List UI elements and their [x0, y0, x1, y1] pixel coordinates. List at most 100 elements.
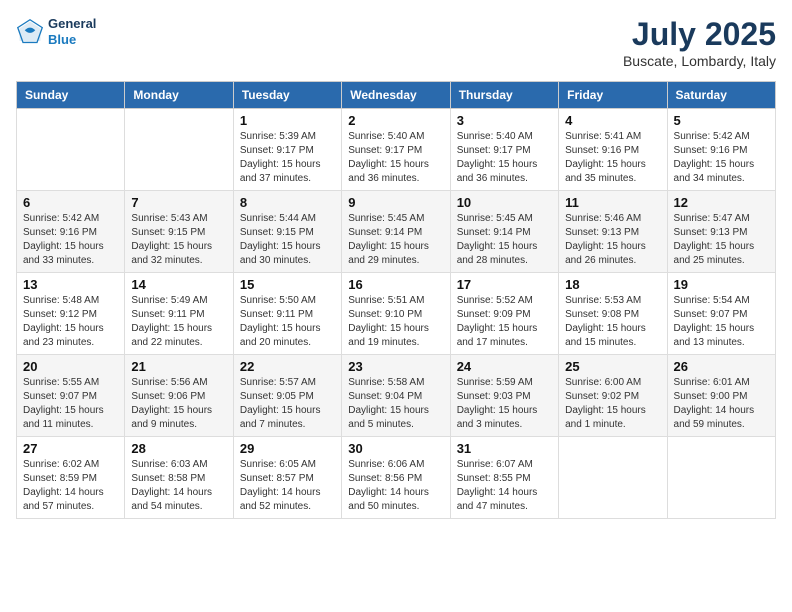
logo-general-text: General — [48, 16, 96, 32]
day-detail: Sunrise: 6:01 AM Sunset: 9:00 PM Dayligh… — [674, 376, 769, 432]
day-number: 3 — [457, 113, 552, 128]
day-number: 2 — [348, 113, 443, 128]
day-detail: Sunrise: 5:56 AM Sunset: 9:06 PM Dayligh… — [131, 376, 226, 432]
calendar-cell: 2 Sunrise: 5:40 AM Sunset: 9:17 PM Daylig… — [342, 109, 450, 191]
calendar-cell: 15Sunrise: 5:50 AM Sunset: 9:11 PM Dayli… — [233, 273, 341, 355]
calendar-cell — [17, 109, 125, 191]
day-number: 18 — [565, 277, 660, 292]
calendar-cell: 14Sunrise: 5:49 AM Sunset: 9:11 PM Dayli… — [125, 273, 233, 355]
day-detail: Sunrise: 5:57 AM Sunset: 9:05 PM Dayligh… — [240, 376, 335, 432]
day-number: 25 — [565, 359, 660, 374]
calendar-cell — [125, 109, 233, 191]
day-number: 10 — [457, 195, 552, 210]
title-block: July 2025 Buscate, Lombardy, Italy — [623, 16, 776, 69]
day-detail: Sunrise: 5:42 AM Sunset: 9:16 PM Dayligh… — [23, 212, 118, 268]
logo: General Blue — [16, 16, 96, 47]
calendar-table: SundayMondayTuesdayWednesdayThursdayFrid… — [16, 81, 776, 519]
day-detail: Sunrise: 5:48 AM Sunset: 9:12 PM Dayligh… — [23, 294, 118, 350]
calendar-cell: 23 Sunrise: 5:58 AM Sunset: 9:04 PM Dayli… — [342, 355, 450, 437]
logo-blue-text: Blue — [48, 32, 96, 48]
calendar-cell: 13Sunrise: 5:48 AM Sunset: 9:12 PM Dayli… — [17, 273, 125, 355]
day-number: 22 — [240, 359, 335, 374]
location: Buscate, Lombardy, Italy — [623, 53, 776, 69]
calendar-cell: 7 Sunrise: 5:43 AM Sunset: 9:15 PM Daylig… — [125, 191, 233, 273]
day-number: 4 — [565, 113, 660, 128]
day-detail: Sunrise: 5:59 AM Sunset: 9:03 PM Dayligh… — [457, 376, 552, 432]
day-detail: Sunrise: 5:51 AM Sunset: 9:10 PM Dayligh… — [348, 294, 443, 350]
day-number: 15 — [240, 277, 335, 292]
day-detail: Sunrise: 5:42 AM Sunset: 9:16 PM Dayligh… — [674, 130, 769, 186]
day-detail: Sunrise: 5:54 AM Sunset: 9:07 PM Dayligh… — [674, 294, 769, 350]
month-title: July 2025 — [623, 16, 776, 53]
day-number: 9 — [348, 195, 443, 210]
calendar-cell: 29Sunrise: 6:05 AM Sunset: 8:57 PM Dayli… — [233, 437, 341, 519]
calendar-cell: 12 Sunrise: 5:47 AM Sunset: 9:13 PM Dayli… — [667, 191, 775, 273]
day-detail: Sunrise: 5:39 AM Sunset: 9:17 PM Dayligh… — [240, 130, 335, 186]
calendar-cell: 9 Sunrise: 5:45 AM Sunset: 9:14 PM Daylig… — [342, 191, 450, 273]
calendar-cell: 30 Sunrise: 6:06 AM Sunset: 8:56 PM Dayli… — [342, 437, 450, 519]
day-detail: Sunrise: 5:55 AM Sunset: 9:07 PM Dayligh… — [23, 376, 118, 432]
calendar-cell: 6Sunrise: 5:42 AM Sunset: 9:16 PM Daylig… — [17, 191, 125, 273]
calendar-cell: 25 Sunrise: 6:00 AM Sunset: 9:02 PM Dayli… — [559, 355, 667, 437]
weekday-header-monday: Monday — [125, 82, 233, 109]
day-number: 23 — [348, 359, 443, 374]
calendar-cell: 28Sunrise: 6:03 AM Sunset: 8:58 PM Dayli… — [125, 437, 233, 519]
day-detail: Sunrise: 6:00 AM Sunset: 9:02 PM Dayligh… — [565, 376, 660, 432]
calendar-cell: 11Sunrise: 5:46 AM Sunset: 9:13 PM Dayli… — [559, 191, 667, 273]
day-detail: Sunrise: 5:43 AM Sunset: 9:15 PM Dayligh… — [131, 212, 226, 268]
calendar-cell: 22 Sunrise: 5:57 AM Sunset: 9:05 PM Dayli… — [233, 355, 341, 437]
calendar-cell: 26Sunrise: 6:01 AM Sunset: 9:00 PM Dayli… — [667, 355, 775, 437]
day-number: 7 — [131, 195, 226, 210]
day-detail: Sunrise: 6:05 AM Sunset: 8:57 PM Dayligh… — [240, 458, 335, 514]
calendar-cell: 31 Sunrise: 6:07 AM Sunset: 8:55 PM Dayli… — [450, 437, 558, 519]
day-number: 28 — [131, 441, 226, 456]
weekday-header-wednesday: Wednesday — [342, 82, 450, 109]
calendar-cell: 10 Sunrise: 5:45 AM Sunset: 9:14 PM Dayli… — [450, 191, 558, 273]
day-detail: Sunrise: 5:41 AM Sunset: 9:16 PM Dayligh… — [565, 130, 660, 186]
weekday-header-saturday: Saturday — [667, 82, 775, 109]
calendar-cell: 20 Sunrise: 5:55 AM Sunset: 9:07 PM Dayli… — [17, 355, 125, 437]
day-detail: Sunrise: 5:40 AM Sunset: 9:17 PM Dayligh… — [457, 130, 552, 186]
day-number: 30 — [348, 441, 443, 456]
day-number: 31 — [457, 441, 552, 456]
day-number: 19 — [674, 277, 769, 292]
weekday-header-sunday: Sunday — [17, 82, 125, 109]
calendar-cell: 27Sunrise: 6:02 AM Sunset: 8:59 PM Dayli… — [17, 437, 125, 519]
calendar-cell: 18 Sunrise: 5:53 AM Sunset: 9:08 PM Dayli… — [559, 273, 667, 355]
day-number: 12 — [674, 195, 769, 210]
week-row-5: 27Sunrise: 6:02 AM Sunset: 8:59 PM Dayli… — [17, 437, 776, 519]
day-number: 20 — [23, 359, 118, 374]
day-detail: Sunrise: 5:47 AM Sunset: 9:13 PM Dayligh… — [674, 212, 769, 268]
day-number: 27 — [23, 441, 118, 456]
weekday-header-friday: Friday — [559, 82, 667, 109]
day-detail: Sunrise: 5:40 AM Sunset: 9:17 PM Dayligh… — [348, 130, 443, 186]
day-detail: Sunrise: 5:45 AM Sunset: 9:14 PM Dayligh… — [348, 212, 443, 268]
weekday-header-thursday: Thursday — [450, 82, 558, 109]
weekday-header-tuesday: Tuesday — [233, 82, 341, 109]
day-number: 11 — [565, 195, 660, 210]
page-header: General Blue July 2025 Buscate, Lombardy… — [16, 16, 776, 69]
day-number: 17 — [457, 277, 552, 292]
calendar-cell: 5 Sunrise: 5:42 AM Sunset: 9:16 PM Daylig… — [667, 109, 775, 191]
day-number: 5 — [674, 113, 769, 128]
day-number: 24 — [457, 359, 552, 374]
calendar-cell: 16 Sunrise: 5:51 AM Sunset: 9:10 PM Dayli… — [342, 273, 450, 355]
logo-text: General Blue — [48, 16, 96, 47]
day-detail: Sunrise: 5:45 AM Sunset: 9:14 PM Dayligh… — [457, 212, 552, 268]
day-number: 8 — [240, 195, 335, 210]
calendar-cell: 3 Sunrise: 5:40 AM Sunset: 9:17 PM Daylig… — [450, 109, 558, 191]
week-row-4: 20 Sunrise: 5:55 AM Sunset: 9:07 PM Dayli… — [17, 355, 776, 437]
day-detail: Sunrise: 5:58 AM Sunset: 9:04 PM Dayligh… — [348, 376, 443, 432]
calendar-cell: 21Sunrise: 5:56 AM Sunset: 9:06 PM Dayli… — [125, 355, 233, 437]
day-number: 16 — [348, 277, 443, 292]
day-detail: Sunrise: 6:06 AM Sunset: 8:56 PM Dayligh… — [348, 458, 443, 514]
day-detail: Sunrise: 6:07 AM Sunset: 8:55 PM Dayligh… — [457, 458, 552, 514]
day-detail: Sunrise: 5:44 AM Sunset: 9:15 PM Dayligh… — [240, 212, 335, 268]
calendar-cell — [559, 437, 667, 519]
calendar-cell: 8 Sunrise: 5:44 AM Sunset: 9:15 PM Daylig… — [233, 191, 341, 273]
calendar-cell — [667, 437, 775, 519]
day-detail: Sunrise: 5:53 AM Sunset: 9:08 PM Dayligh… — [565, 294, 660, 350]
calendar-cell: 19 Sunrise: 5:54 AM Sunset: 9:07 PM Dayli… — [667, 273, 775, 355]
week-row-1: 1Sunrise: 5:39 AM Sunset: 9:17 PM Daylig… — [17, 109, 776, 191]
calendar-cell: 24 Sunrise: 5:59 AM Sunset: 9:03 PM Dayli… — [450, 355, 558, 437]
